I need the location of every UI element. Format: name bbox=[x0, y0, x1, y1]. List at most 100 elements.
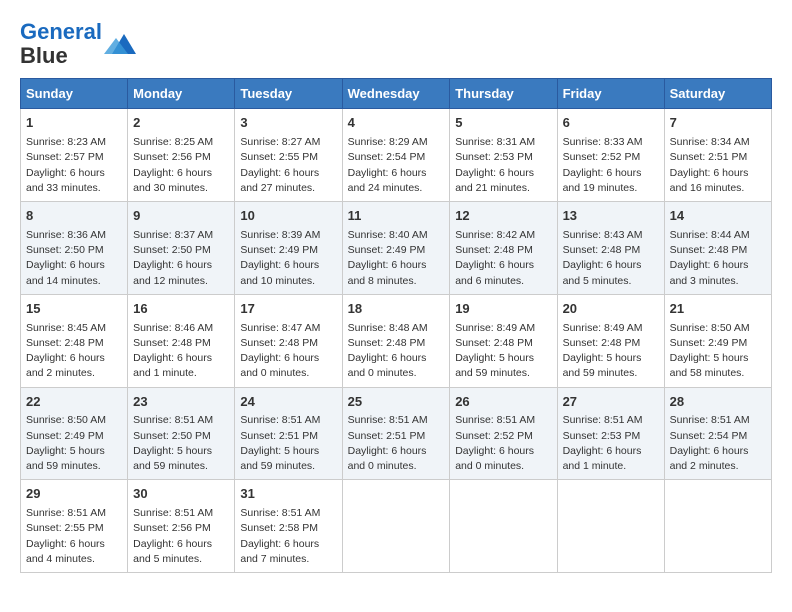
calendar-cell: 9Sunrise: 8:37 AMSunset: 2:50 PMDaylight… bbox=[128, 202, 235, 295]
day-info: Sunrise: 8:40 AMSunset: 2:49 PMDaylight:… bbox=[348, 228, 445, 289]
calendar-cell: 25Sunrise: 8:51 AMSunset: 2:51 PMDayligh… bbox=[342, 387, 450, 480]
calendar-cell: 27Sunrise: 8:51 AMSunset: 2:53 PMDayligh… bbox=[557, 387, 664, 480]
day-number: 4 bbox=[348, 114, 445, 133]
day-number: 7 bbox=[670, 114, 766, 133]
day-number: 31 bbox=[240, 485, 336, 504]
calendar-cell: 3Sunrise: 8:27 AMSunset: 2:55 PMDaylight… bbox=[235, 109, 342, 202]
calendar-cell bbox=[342, 480, 450, 573]
day-number: 27 bbox=[563, 393, 659, 412]
calendar-week-3: 15Sunrise: 8:45 AMSunset: 2:48 PMDayligh… bbox=[21, 294, 772, 387]
calendar-cell: 13 Sunrise: 8:43 AMSunset: 2:48 PMDayligh… bbox=[557, 202, 664, 295]
day-number: 10 bbox=[240, 207, 336, 226]
calendar-cell: 17Sunrise: 8:47 AMSunset: 2:48 PMDayligh… bbox=[235, 294, 342, 387]
calendar-cell bbox=[557, 480, 664, 573]
day-number: 25 bbox=[348, 393, 445, 412]
day-info: Sunrise: 8:23 AMSunset: 2:57 PMDaylight:… bbox=[26, 135, 122, 196]
day-info: Sunrise: 8:36 AMSunset: 2:50 PMDaylight:… bbox=[26, 228, 122, 289]
day-number: 17 bbox=[240, 300, 336, 319]
day-number: 2 bbox=[133, 114, 229, 133]
calendar-cell: 14Sunrise: 8:44 AMSunset: 2:48 PMDayligh… bbox=[664, 202, 771, 295]
calendar-week-5: 29Sunrise: 8:51 AMSunset: 2:55 PMDayligh… bbox=[21, 480, 772, 573]
day-info: Sunrise: 8:29 AMSunset: 2:54 PMDaylight:… bbox=[348, 135, 445, 196]
logo-text: GeneralBlue bbox=[20, 20, 102, 68]
day-number: 15 bbox=[26, 300, 122, 319]
calendar-cell bbox=[664, 480, 771, 573]
day-number: 26 bbox=[455, 393, 551, 412]
day-info: Sunrise: 8:34 AMSunset: 2:51 PMDaylight:… bbox=[670, 135, 766, 196]
dow-header-friday: Friday bbox=[557, 79, 664, 109]
day-info: Sunrise: 8:50 AMSunset: 2:49 PMDaylight:… bbox=[670, 321, 766, 382]
day-info: Sunrise: 8:51 AMSunset: 2:51 PMDaylight:… bbox=[240, 413, 336, 474]
day-number: 24 bbox=[240, 393, 336, 412]
day-number: 3 bbox=[240, 114, 336, 133]
day-info: Sunrise: 8:51 AMSunset: 2:51 PMDaylight:… bbox=[348, 413, 445, 474]
day-number: 11 bbox=[348, 207, 445, 226]
day-info: Sunrise: 8:51 AMSunset: 2:54 PMDaylight:… bbox=[670, 413, 766, 474]
day-number: 20 bbox=[563, 300, 659, 319]
calendar-cell: 2 Sunrise: 8:25 AMSunset: 2:56 PMDaylight… bbox=[128, 109, 235, 202]
day-number: 8 bbox=[26, 207, 122, 226]
calendar-cell: 29Sunrise: 8:51 AMSunset: 2:55 PMDayligh… bbox=[21, 480, 128, 573]
day-info: Sunrise: 8:42 AMSunset: 2:48 PMDaylight:… bbox=[455, 228, 551, 289]
calendar-week-2: 8 Sunrise: 8:36 AMSunset: 2:50 PMDaylight… bbox=[21, 202, 772, 295]
logo-icon bbox=[104, 30, 136, 58]
calendar-cell: 4 Sunrise: 8:29 AMSunset: 2:54 PMDaylight… bbox=[342, 109, 450, 202]
calendar-body: 1 Sunrise: 8:23 AMSunset: 2:57 PMDaylight… bbox=[21, 109, 772, 573]
day-info: Sunrise: 8:33 AMSunset: 2:52 PMDaylight:… bbox=[563, 135, 659, 196]
day-number: 1 bbox=[26, 114, 122, 133]
day-number: 29 bbox=[26, 485, 122, 504]
calendar-cell: 21 Sunrise: 8:50 AMSunset: 2:49 PMDayligh… bbox=[664, 294, 771, 387]
day-number: 30 bbox=[133, 485, 229, 504]
calendar: SundayMondayTuesdayWednesdayThursdayFrid… bbox=[20, 78, 772, 573]
day-number: 19 bbox=[455, 300, 551, 319]
calendar-week-1: 1 Sunrise: 8:23 AMSunset: 2:57 PMDaylight… bbox=[21, 109, 772, 202]
day-number: 18 bbox=[348, 300, 445, 319]
day-number: 12 bbox=[455, 207, 551, 226]
day-info: Sunrise: 8:25 AMSunset: 2:56 PMDaylight:… bbox=[133, 135, 229, 196]
calendar-cell: 28Sunrise: 8:51 AMSunset: 2:54 PMDayligh… bbox=[664, 387, 771, 480]
day-info: Sunrise: 8:49 AMSunset: 2:48 PMDaylight:… bbox=[455, 321, 551, 382]
header: GeneralBlue bbox=[20, 20, 772, 68]
calendar-cell: 18 Sunrise: 8:48 AMSunset: 2:48 PMDayligh… bbox=[342, 294, 450, 387]
day-info: Sunrise: 8:39 AMSunset: 2:49 PMDaylight:… bbox=[240, 228, 336, 289]
day-info: Sunrise: 8:46 AMSunset: 2:48 PMDaylight:… bbox=[133, 321, 229, 382]
day-info: Sunrise: 8:43 AMSunset: 2:48 PMDaylight:… bbox=[563, 228, 659, 289]
day-number: 14 bbox=[670, 207, 766, 226]
calendar-cell: 30 Sunrise: 8:51 AMSunset: 2:56 PMDayligh… bbox=[128, 480, 235, 573]
calendar-cell: 10 Sunrise: 8:39 AMSunset: 2:49 PMDayligh… bbox=[235, 202, 342, 295]
calendar-cell: 11 Sunrise: 8:40 AMSunset: 2:49 PMDayligh… bbox=[342, 202, 450, 295]
day-info: Sunrise: 8:49 AMSunset: 2:48 PMDaylight:… bbox=[563, 321, 659, 382]
day-number: 6 bbox=[563, 114, 659, 133]
calendar-cell: 31 Sunrise: 8:51 AMSunset: 2:58 PMDayligh… bbox=[235, 480, 342, 573]
days-of-week-header: SundayMondayTuesdayWednesdayThursdayFrid… bbox=[21, 79, 772, 109]
calendar-cell: 6 Sunrise: 8:33 AMSunset: 2:52 PMDaylight… bbox=[557, 109, 664, 202]
day-info: Sunrise: 8:51 AMSunset: 2:50 PMDaylight:… bbox=[133, 413, 229, 474]
day-number: 5 bbox=[455, 114, 551, 133]
calendar-cell: 24Sunrise: 8:51 AMSunset: 2:51 PMDayligh… bbox=[235, 387, 342, 480]
day-info: Sunrise: 8:50 AMSunset: 2:49 PMDaylight:… bbox=[26, 413, 122, 474]
day-number: 28 bbox=[670, 393, 766, 412]
calendar-cell: 15Sunrise: 8:45 AMSunset: 2:48 PMDayligh… bbox=[21, 294, 128, 387]
calendar-cell: 5 Sunrise: 8:31 AMSunset: 2:53 PMDaylight… bbox=[450, 109, 557, 202]
day-info: Sunrise: 8:51 AMSunset: 2:53 PMDaylight:… bbox=[563, 413, 659, 474]
calendar-cell: 1 Sunrise: 8:23 AMSunset: 2:57 PMDaylight… bbox=[21, 109, 128, 202]
day-info: Sunrise: 8:31 AMSunset: 2:53 PMDaylight:… bbox=[455, 135, 551, 196]
calendar-week-4: 22Sunrise: 8:50 AMSunset: 2:49 PMDayligh… bbox=[21, 387, 772, 480]
day-number: 13 bbox=[563, 207, 659, 226]
calendar-cell: 20 Sunrise: 8:49 AMSunset: 2:48 PMDayligh… bbox=[557, 294, 664, 387]
dow-header-tuesday: Tuesday bbox=[235, 79, 342, 109]
calendar-cell: 19 Sunrise: 8:49 AMSunset: 2:48 PMDayligh… bbox=[450, 294, 557, 387]
logo: GeneralBlue bbox=[20, 20, 136, 68]
dow-header-wednesday: Wednesday bbox=[342, 79, 450, 109]
day-info: Sunrise: 8:48 AMSunset: 2:48 PMDaylight:… bbox=[348, 321, 445, 382]
day-info: Sunrise: 8:51 AMSunset: 2:58 PMDaylight:… bbox=[240, 506, 336, 567]
calendar-cell: 26Sunrise: 8:51 AMSunset: 2:52 PMDayligh… bbox=[450, 387, 557, 480]
dow-header-monday: Monday bbox=[128, 79, 235, 109]
day-number: 9 bbox=[133, 207, 229, 226]
calendar-cell: 12 Sunrise: 8:42 AMSunset: 2:48 PMDayligh… bbox=[450, 202, 557, 295]
day-info: Sunrise: 8:51 AMSunset: 2:56 PMDaylight:… bbox=[133, 506, 229, 567]
day-number: 22 bbox=[26, 393, 122, 412]
day-number: 23 bbox=[133, 393, 229, 412]
day-number: 21 bbox=[670, 300, 766, 319]
calendar-cell: 7 Sunrise: 8:34 AMSunset: 2:51 PMDaylight… bbox=[664, 109, 771, 202]
